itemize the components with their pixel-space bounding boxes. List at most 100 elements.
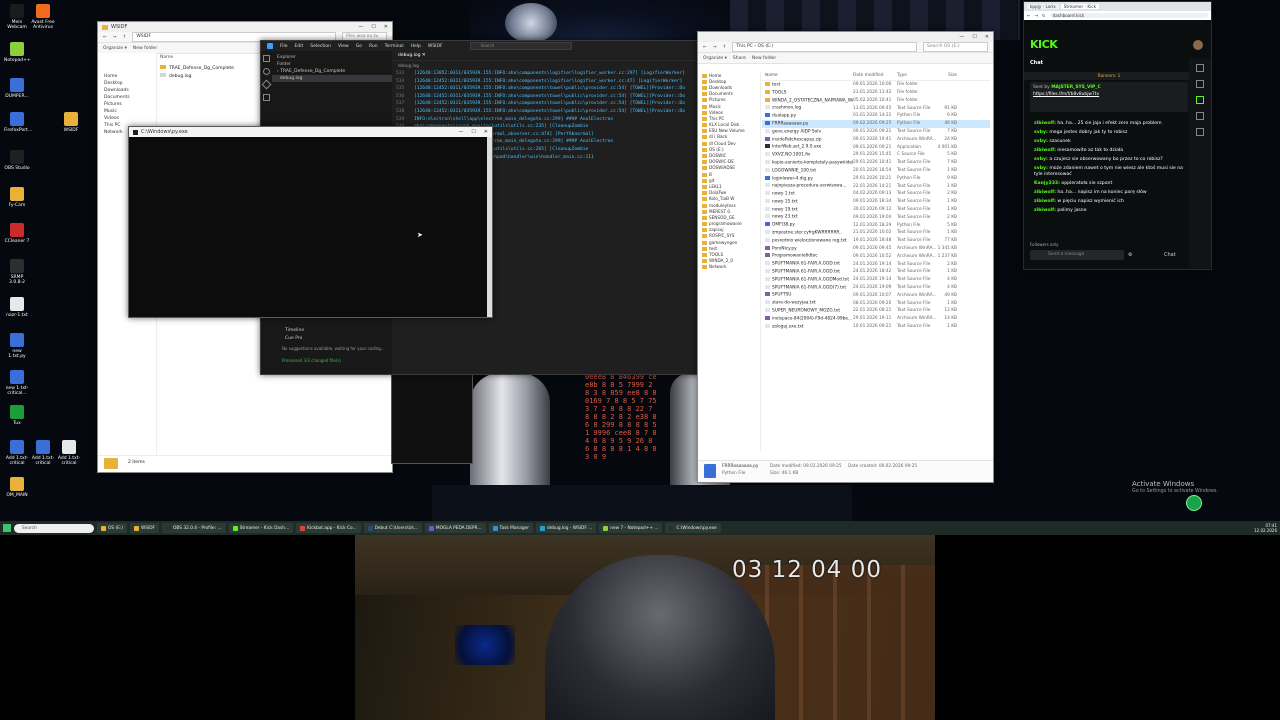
tree-item[interactable]: › TRAE_Defense_Dg_Complete: [272, 68, 392, 75]
new-folder-button[interactable]: New folder: [133, 46, 157, 51]
table-row[interactable]: posrednio wieloczlonowane reg.txt 19.01.2…: [762, 237, 990, 245]
table-row[interactable]: kopie-sanierte-kompletaly-pasywiiidel...…: [762, 159, 990, 167]
desktop-icon[interactable]: Mein Webcam: [4, 4, 30, 30]
chat-username[interactable]: Kanjy333:: [1034, 181, 1060, 186]
chat-message[interactable]: zibiwolf: palimy jasne: [1024, 206, 1190, 215]
desktop-icon[interactable]: Avast Free Antivirus: [30, 4, 56, 30]
minimize-icon[interactable]: —: [358, 24, 363, 30]
chat-username[interactable]: svby:: [1034, 130, 1048, 135]
chat-message[interactable]: zibiwolf: ha..ha... 25 sie jaja i efekt …: [1024, 119, 1190, 128]
edit-icon[interactable]: [1196, 80, 1204, 88]
organize-button[interactable]: Organize ▾: [103, 46, 127, 51]
nav-item[interactable]: Pictures: [98, 101, 156, 108]
table-row[interactable]: crashmon.log 13.01.2026 09:45 Text Source …: [762, 104, 990, 112]
column-type[interactable]: Type: [897, 73, 935, 78]
table-row[interactable]: nowy 19.txt 30.01.2026 09:12 Text Source F…: [762, 206, 990, 214]
table-row[interactable]: insidePatchescapsp.zip 09.01.2026 19:41 Ar…: [762, 135, 990, 143]
column-date[interactable]: Date modified: [853, 73, 897, 78]
menu-item[interactable]: WSIDF: [428, 44, 443, 49]
taskbar-app[interactable]: Debut C:\Users\Us...: [363, 523, 422, 533]
table-row[interactable]: WINDA_2_OSTATECZNA_NAPRAWA_WA... 05.02.20…: [762, 96, 990, 104]
taskbar-app[interactable]: new 7 - Notepad++ ...: [599, 523, 663, 533]
desktop-icon[interactable]: Add 1.txt-critical: [56, 440, 82, 466]
taskbar-app[interactable]: MOGLA PEDA DEPR...: [424, 523, 486, 533]
menu-item[interactable]: File: [280, 44, 288, 49]
chat-username[interactable]: svby:: [1034, 139, 1048, 144]
chat-message[interactable]: zibiwolf: ha..ha... napisz im na koniec …: [1024, 188, 1190, 197]
address-bar[interactable]: This PC › OS (E:): [732, 42, 917, 52]
desktop-icon[interactable]: FirefoxPort...: [4, 112, 32, 133]
desktop-icon[interactable]: OBS Studio: [4, 150, 30, 171]
maximize-icon[interactable]: ☐: [972, 34, 976, 40]
back-icon[interactable]: ←: [103, 35, 107, 40]
desktop-icon[interactable]: Notepad++: [4, 42, 31, 63]
column-name[interactable]: Name: [762, 73, 853, 78]
desktop-icon[interactable]: Add 1.txt-critical: [4, 440, 30, 466]
table-row[interactable]: LOGOWANIE_100.txt 20.01.2026 18:54 Text So…: [762, 167, 990, 175]
menu-item[interactable]: View: [338, 44, 349, 49]
menu-item[interactable]: Go: [356, 44, 362, 49]
table-row[interactable]: najnpiesza-procedura-serwisowa... 22.01.2…: [762, 182, 990, 190]
taskbar-app[interactable]: WSIDF: [130, 523, 160, 533]
menu-item[interactable]: Run: [369, 44, 378, 49]
pinned-user[interactable]: MAJSTER_SYS_VIP_C: [1051, 85, 1101, 90]
table-row[interactable]: SPUFTSU 09.01.2026 10:07 Archivum WinRA...…: [762, 291, 990, 299]
desktop-icon[interactable]: DUMPER...: [4, 78, 30, 99]
nav-item[interactable]: Documents: [98, 94, 156, 101]
minimize-icon[interactable]: —: [959, 34, 964, 40]
table-row[interactable]: inolspace-84(2904)-F9d-4824-99be... 29.01…: [762, 315, 990, 323]
table-row[interactable]: PoroNicy.py 09.01.2026 09:45 Archivum WinR…: [762, 245, 990, 253]
table-row[interactable]: InterWeb.set_2.9.0.exe 09.01.2026 09:21 Ap…: [762, 143, 990, 151]
close-icon[interactable]: ✕: [985, 34, 989, 40]
tree-item-selected[interactable]: debug.log: [272, 75, 392, 82]
close-icon[interactable]: ✕: [384, 24, 388, 30]
command-search[interactable]: Search: [469, 42, 572, 50]
pinned-link[interactable]: https://files.lfm/f/b8v8ubjw7tv: [1033, 92, 1185, 97]
mod-icon[interactable]: [1196, 112, 1204, 120]
chat-settings-icon[interactable]: ⚙: [1128, 252, 1132, 258]
table-row[interactable]: test 09.01.2026 10:00 File folder: [762, 81, 990, 89]
tools-icon[interactable]: [1196, 128, 1204, 136]
desktop-icon[interactable]: CCleaner 7: [4, 223, 30, 244]
table-row[interactable]: SPUFTMANIA 61-FAIR.A.GOD.txt 24.01.2026 1…: [762, 268, 990, 276]
table-row[interactable]: nowy 23.txt 09.01.2026 19:04 Text Source F…: [762, 213, 990, 221]
table-row[interactable]: Programowanie6dtoc 09.01.2026 10:52 Archiv…: [762, 252, 990, 260]
desktop-icon[interactable]: OM_MAIN: [4, 477, 30, 498]
table-row[interactable]: loginlower-4.dig.py 29.01.2026 10:21 Pytho…: [762, 174, 990, 182]
editor-tab[interactable]: debug.log ✕: [392, 51, 701, 61]
chat-message[interactable]: Kanjy333: oppleratoła sie szpont: [1024, 179, 1190, 188]
chat-message[interactable]: zibiwolf: w pięciu napisz wymienić ich: [1024, 197, 1190, 206]
start-icon[interactable]: [3, 524, 11, 532]
taskbar-search[interactable]: Search: [14, 523, 94, 533]
table-row[interactable]: zaloguj.exe.txt 10.01.2026 09:21 Text Sour…: [762, 323, 990, 331]
table-row[interactable]: FRRRaaaaaaa.py 09.02.2026 09:25 Python Fil…: [762, 119, 990, 128]
column-header-name[interactable]: Name: [160, 55, 173, 60]
tab-streamer[interactable]: Streamer - Kick: [1060, 4, 1100, 9]
nav-item[interactable]: Network: [698, 264, 760, 270]
table-row[interactable]: SPUFTMANIA 61-FAIR.A.GOD(7).txt 24.01.202…: [762, 284, 990, 292]
desktop-icon[interactable]: Fy-Cam: [4, 187, 30, 208]
chat-username[interactable]: zibiwolf:: [1034, 208, 1056, 213]
desktop-icon[interactable]: SRMP 3.0.8-2: [4, 259, 30, 285]
minimize-icon[interactable]: —: [458, 129, 463, 135]
url-bar[interactable]: dashboard.kick: [1049, 13, 1208, 18]
timeline-section[interactable]: Timeline: [280, 327, 309, 334]
chat-message[interactable]: svby: a czujesz sie obserwowany bo przez…: [1024, 155, 1190, 164]
close-icon[interactable]: ✕: [484, 129, 488, 135]
cue-pro-section[interactable]: Cue Pro: [280, 335, 307, 342]
forward-icon[interactable]: →: [713, 45, 717, 50]
table-row[interactable]: stare-do-wszyjaa.txt 08.01.2026 09:20 Text…: [762, 299, 990, 307]
search-icon[interactable]: [263, 68, 270, 75]
chat-message[interactable]: svby: mega jestes dobry jak ty to robisz: [1024, 128, 1190, 137]
back-icon[interactable]: ←: [1027, 13, 1031, 18]
taskbar-app[interactable]: OS (E:): [97, 523, 127, 533]
background-window[interactable]: [391, 372, 473, 464]
table-row[interactable]: SPUFTMANIA 61-FAIR.A.GOD.txt 24.01.2026 1…: [762, 260, 990, 268]
nav-item[interactable]: Downloads: [98, 87, 156, 94]
chat-icon[interactable]: [1196, 96, 1204, 104]
tab-close-icon[interactable]: ✕: [422, 53, 426, 58]
desktop-icon[interactable]: Tux: [4, 405, 30, 426]
reload-icon[interactable]: ↻: [1042, 13, 1046, 18]
chat-username[interactable]: svby:: [1034, 166, 1048, 171]
chat-send-icon[interactable]: Chat: [1164, 252, 1176, 258]
